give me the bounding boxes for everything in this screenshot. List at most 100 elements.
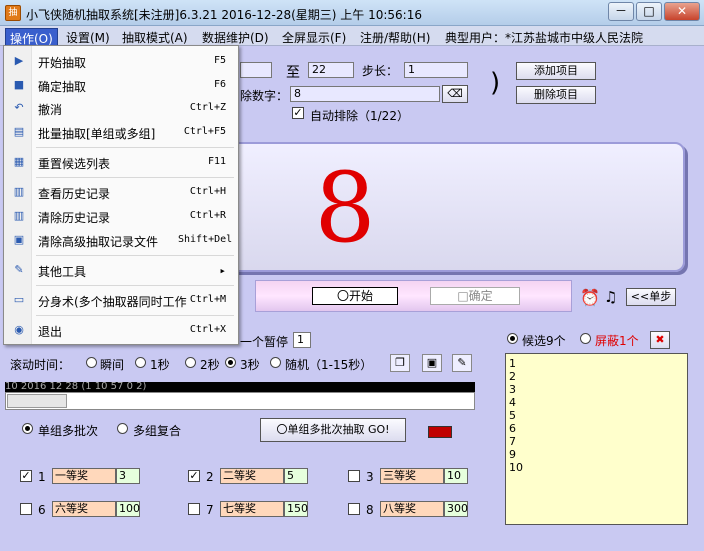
menu-separator (36, 285, 234, 286)
menu-item-label: 开始抽取 (38, 56, 87, 70)
save-icon[interactable]: ▣ (422, 354, 442, 372)
eraser-button[interactable]: ⌫ (442, 85, 468, 103)
mode-single-group-radio[interactable] (22, 423, 33, 434)
scroll-random-radio[interactable] (270, 357, 281, 368)
list-item[interactable]: 10 (509, 462, 523, 474)
menu-separator (36, 177, 234, 178)
menu-item-reset-list[interactable]: ▦ 重置候选列表 F11 (6, 151, 236, 173)
scroll-3s-radio[interactable] (225, 357, 236, 368)
to-label: 至 (286, 65, 300, 81)
copy-icon[interactable]: ❐ (390, 354, 410, 372)
list-item[interactable]: 2 (509, 371, 516, 383)
prize-8-count[interactable]: 300 (444, 501, 468, 517)
list-item[interactable]: 9 (509, 449, 516, 461)
ticker: 10 2016 12 28 (1 10 57 0 2) (5, 382, 475, 392)
start-button[interactable]: 〇开始 (312, 287, 398, 305)
prize-3-index: 3 (366, 470, 374, 484)
alarm-clock-icon[interactable]: ⏰ (580, 288, 600, 307)
menu-item-label: 查看历史记录 (38, 187, 111, 201)
wrench-icon: ✎ (14, 263, 24, 276)
prize-6-count[interactable]: 100 (116, 501, 140, 517)
delete-x-button[interactable]: ✖ (650, 331, 670, 349)
clear-history-icon: ▥ (13, 209, 25, 222)
prize-7-name[interactable]: 七等奖 (220, 501, 284, 517)
candidates-radio[interactable] (507, 333, 518, 344)
menu-item-undo[interactable]: ↶ 撤消 Ctrl+Z (6, 97, 236, 119)
menu-item-label: 清除历史记录 (38, 211, 111, 225)
list-item[interactable]: 1 (509, 358, 516, 370)
prize-2-name[interactable]: 二等奖 (220, 468, 284, 484)
prize-7-count[interactable]: 150 (284, 501, 308, 517)
menu-item-shortcut: F11 (207, 156, 226, 167)
eraser-icon: ⌫ (447, 87, 463, 100)
candidate-list[interactable]: 1 2 3 4 5 6 7 9 10 (505, 353, 688, 525)
menu-item-start-draw[interactable]: ▶ 开始抽取 F5 (6, 50, 236, 72)
prize-8-checkbox[interactable] (348, 503, 360, 515)
prize-6-name[interactable]: 六等奖 (52, 501, 116, 517)
menu-item-label: 撤消 (38, 103, 63, 117)
auto-exclude-checkbox[interactable]: ✓ (292, 107, 304, 119)
maximize-button[interactable]: □ (636, 2, 662, 21)
step-field[interactable]: 1 (404, 62, 468, 78)
list-item[interactable]: 7 (509, 436, 516, 448)
scroll-instant-label: 瞬间 (100, 358, 125, 372)
range-to-field[interactable]: 22 (308, 62, 354, 78)
prize-2-checkbox[interactable]: ✓ (188, 470, 200, 482)
mode-multi-group-radio[interactable] (117, 423, 128, 434)
menu-item-label: 重置候选列表 (38, 157, 111, 171)
prize-3-name[interactable]: 三等奖 (380, 468, 444, 484)
brush-icon[interactable]: ✎ (452, 354, 472, 372)
list-item[interactable]: 6 (509, 423, 516, 435)
menu-fullscreen[interactable]: 全屏显示(F) (278, 28, 350, 47)
stop-icon[interactable] (428, 426, 452, 438)
menu-item-shortcut: Ctrl+Z (189, 102, 226, 113)
menu-item-label: 其他工具 (38, 265, 87, 279)
prize-3-count[interactable]: 10 (444, 468, 468, 484)
single-step-button[interactable]: <<单步 (626, 288, 676, 306)
minimize-button[interactable]: － (608, 2, 634, 21)
scroll-instant-radio[interactable] (86, 357, 97, 368)
step-label: 步长： (362, 64, 399, 78)
list-item[interactable]: 5 (509, 410, 516, 422)
prize-1-index: 1 (38, 470, 46, 484)
mode-single-group-label: 单组多批次 (38, 424, 99, 438)
prize-7-checkbox[interactable] (188, 503, 200, 515)
horizontal-scrollbar[interactable] (5, 392, 475, 410)
prize-3-checkbox[interactable] (348, 470, 360, 482)
scroll-random-label: 随机（1-15秒） (285, 358, 373, 372)
add-item-button[interactable]: 添加项目 (516, 62, 596, 80)
prize-1-checkbox[interactable]: ✓ (20, 470, 32, 482)
range-from-field[interactable] (240, 62, 272, 78)
menu-item-clear-history[interactable]: ▥ 清除历史记录 Ctrl+R (6, 205, 236, 227)
pause-field[interactable]: 1 (293, 332, 311, 348)
prize-1-name[interactable]: 一等奖 (52, 468, 116, 484)
menu-item-exit[interactable]: ◉ 退出 Ctrl+X (6, 319, 236, 341)
menu-item-other-tools[interactable]: ✎ 其他工具 ▸ (6, 259, 236, 281)
menu-item-confirm-draw[interactable]: ■ 确定抽取 F6 (6, 74, 236, 96)
close-button[interactable]: ✕ (664, 2, 700, 21)
list-item[interactable]: 4 (509, 397, 516, 409)
list-item[interactable]: 3 (509, 384, 516, 396)
scrollbar-thumb[interactable] (7, 394, 67, 408)
scroll-1s-radio[interactable] (135, 357, 146, 368)
scroll-2s-radio[interactable] (185, 357, 196, 368)
menu-separator (36, 315, 234, 316)
menu-item-clear-advanced-records[interactable]: ▣ 清除高级抽取记录文件 Shift+Del (6, 229, 236, 251)
menu-item-label: 清除高级抽取记录文件 (38, 235, 159, 249)
hidden-radio[interactable] (580, 333, 591, 344)
prize-2-count[interactable]: 5 (284, 468, 308, 484)
menu-item-view-history[interactable]: ▥ 查看历史记录 Ctrl+H (6, 181, 236, 203)
prize-1-count[interactable]: 3 (116, 468, 140, 484)
prize-8-name[interactable]: 八等奖 (380, 501, 444, 517)
delete-item-button[interactable]: 删除项目 (516, 86, 596, 104)
menu-item-batch-draw[interactable]: ▤ 批量抽取[单组或多组] Ctrl+F5 (6, 121, 236, 143)
speaker-icon[interactable]: ♫ (604, 288, 617, 306)
clone-icon: ▭ (13, 293, 25, 306)
prize-6-checkbox[interactable] (20, 503, 32, 515)
confirm-button[interactable]: □确定 (430, 287, 520, 305)
batch-go-button[interactable]: 〇单组多批次抽取 GO! (260, 418, 406, 442)
menu-item-clone[interactable]: ▭ 分身术(多个抽取器同时工作 Ctrl+M (6, 289, 236, 311)
hidden-label: 屏蔽1个 (595, 334, 639, 348)
exclude-field[interactable]: 8 (290, 86, 440, 102)
menu-register-help[interactable]: 注册/帮助(H) (356, 28, 434, 47)
